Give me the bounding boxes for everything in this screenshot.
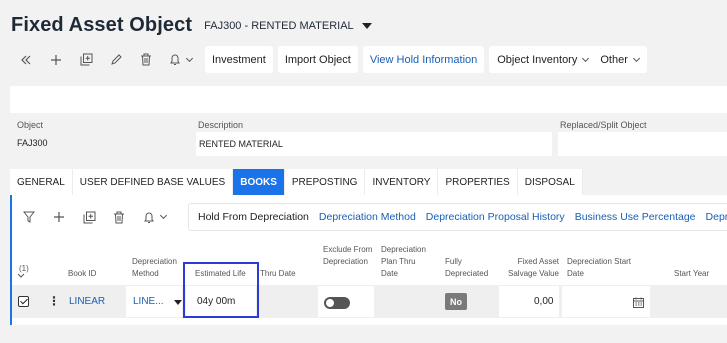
book-id-link[interactable]: LINEAR bbox=[69, 296, 105, 307]
depre-button[interactable]: Depre bbox=[701, 211, 727, 223]
row-checkbox[interactable] bbox=[18, 296, 29, 307]
hold-from-depreciation-button[interactable]: Hold From Depreciation bbox=[193, 211, 314, 223]
toolbar-dropdown-group: Object Inventory Other bbox=[489, 46, 647, 73]
column-depreciation-plan-thru-date[interactable]: Depreciation Plan Thru Date bbox=[381, 244, 433, 280]
depreciation-method-button[interactable]: Depreciation Method bbox=[314, 211, 421, 223]
depreciation-method-value: LINE... bbox=[133, 296, 164, 307]
business-use-percentage-button[interactable]: Business Use Percentage bbox=[570, 211, 701, 223]
page-header: Fixed Asset Object FAJ300 - RENTED MATER… bbox=[11, 14, 372, 37]
object-inventory-label: Object Inventory bbox=[497, 53, 578, 66]
chevron-down-icon[interactable] bbox=[17, 271, 25, 283]
duplicate-icon[interactable] bbox=[71, 46, 101, 73]
page-title: Fixed Asset Object bbox=[11, 14, 193, 36]
books-actions: Hold From Depreciation Depreciation Meth… bbox=[188, 203, 727, 231]
chevron-down-icon[interactable] bbox=[185, 54, 193, 62]
exclude-from-depreciation-toggle[interactable] bbox=[324, 297, 350, 309]
pencil-icon[interactable] bbox=[101, 46, 131, 73]
record-selector-label: FAJ300 - RENTED MATERIAL bbox=[204, 19, 354, 32]
filter-icon[interactable] bbox=[14, 204, 44, 230]
tab-user-defined-base-values[interactable]: USER DEFINED BASE VALUES bbox=[72, 169, 234, 195]
tab-inventory[interactable]: INVENTORY bbox=[365, 169, 439, 195]
duplicate-icon[interactable] bbox=[74, 204, 104, 230]
trash-icon[interactable] bbox=[104, 204, 134, 230]
column-fully-depreciated[interactable]: Fully Depreciated bbox=[445, 256, 493, 280]
calendar-icon[interactable] bbox=[633, 295, 644, 313]
plus-icon[interactable] bbox=[41, 46, 71, 73]
estimated-life-highlight bbox=[183, 262, 259, 318]
tab-books[interactable]: BOOKS bbox=[233, 169, 285, 195]
object-inventory-dropdown[interactable]: Object Inventory bbox=[494, 54, 591, 66]
chevron-down-icon bbox=[632, 54, 640, 62]
other-label: Other bbox=[600, 53, 628, 66]
column-exclude-from-depreciation[interactable]: Exclude From Depreciation bbox=[323, 244, 373, 268]
replaced-split-object-label: Replaced/Split Object bbox=[560, 120, 647, 130]
column-depreciation-start-date[interactable]: Depreciation Start Date bbox=[567, 256, 639, 280]
record-selector[interactable]: FAJ300 - RENTED MATERIAL bbox=[204, 20, 372, 32]
tab-properties[interactable]: PROPERTIES bbox=[438, 169, 518, 195]
depreciation-proposal-history-button[interactable]: Depreciation Proposal History bbox=[421, 211, 570, 223]
header-panel bbox=[10, 86, 727, 113]
tab-bar: GENERAL USER DEFINED BASE VALUES BOOKS P… bbox=[10, 169, 583, 195]
import-object-button[interactable]: Import Object bbox=[277, 46, 358, 73]
row-menu-icon[interactable]: ⋮ bbox=[48, 294, 60, 308]
other-dropdown[interactable]: Other bbox=[597, 54, 642, 66]
column-book-id[interactable]: Book ID bbox=[68, 268, 96, 280]
tab-preposting[interactable]: PREPOSTING bbox=[284, 169, 366, 195]
double-chevron-left-icon[interactable] bbox=[11, 46, 41, 73]
bell-icon[interactable] bbox=[134, 204, 174, 230]
plus-icon[interactable] bbox=[44, 204, 74, 230]
description-label: Description bbox=[198, 120, 244, 130]
trash-icon[interactable] bbox=[131, 46, 161, 73]
salvage-value: 0,00 bbox=[534, 296, 554, 307]
description-field[interactable]: RENTED MATERIAL bbox=[196, 132, 552, 156]
column-thru-date[interactable]: Thru Date bbox=[260, 268, 296, 280]
caret-down-icon[interactable] bbox=[174, 300, 182, 305]
main-toolbar: Investment Import Object View Hold Infor… bbox=[11, 46, 647, 73]
column-start-year[interactable]: Start Year bbox=[674, 268, 709, 280]
bell-icon[interactable] bbox=[161, 46, 199, 73]
replaced-split-object-field[interactable] bbox=[558, 132, 727, 156]
caret-down-icon[interactable] bbox=[361, 22, 372, 29]
investment-button[interactable]: Investment bbox=[205, 46, 273, 73]
chevron-down-icon bbox=[582, 54, 590, 62]
tab-disposal[interactable]: DISPOSAL bbox=[517, 169, 583, 195]
object-label: Object bbox=[17, 120, 44, 130]
column-salvage-value[interactable]: Fixed Asset Salvage Value bbox=[505, 256, 559, 280]
fully-depreciated-badge: No bbox=[445, 293, 467, 310]
object-value: FAJ300 bbox=[17, 138, 48, 148]
tab-general[interactable]: GENERAL bbox=[10, 169, 73, 195]
chevron-down-icon[interactable] bbox=[159, 211, 167, 220]
column-depreciation-method[interactable]: Depreciation Method bbox=[132, 256, 187, 280]
view-hold-information-button[interactable]: View Hold Information bbox=[362, 46, 485, 73]
books-toolbar bbox=[14, 204, 174, 230]
